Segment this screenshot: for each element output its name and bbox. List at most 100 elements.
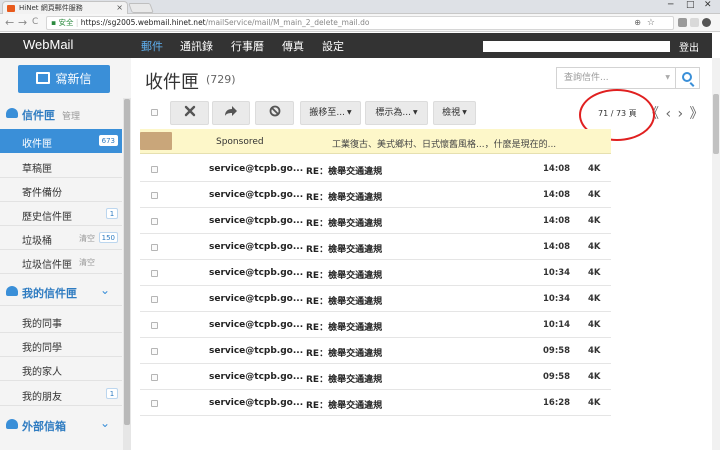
- search-placeholder: 查詢信件...: [564, 73, 609, 83]
- row-checkbox[interactable]: [151, 192, 158, 199]
- sidebar-scroll-thumb[interactable]: [124, 99, 130, 425]
- back-icon[interactable]: ←: [5, 16, 14, 29]
- logout-link[interactable]: 登出: [679, 39, 699, 54]
- hinet-favicon-icon: [7, 5, 15, 12]
- row-checkbox[interactable]: [151, 166, 158, 173]
- bookmark-star-icon[interactable]: ☆: [647, 17, 655, 29]
- mail-sender: service@tcpb.go...: [209, 320, 304, 330]
- sidebar-item-friends[interactable]: 我的朋友 1: [0, 382, 122, 406]
- page-scroll-thumb[interactable]: [713, 94, 719, 154]
- row-checkbox[interactable]: [151, 244, 158, 251]
- close-window-icon[interactable]: ✕: [704, 0, 712, 10]
- manage-link[interactable]: 管理: [62, 109, 80, 122]
- sidebar-item-spam[interactable]: 垃圾信件匣 清空: [0, 250, 122, 274]
- extension-icon[interactable]: [678, 18, 687, 27]
- forward-button[interactable]: [212, 101, 250, 125]
- delete-button[interactable]: [170, 101, 209, 125]
- sidebar-item-sent[interactable]: 寄件備份: [0, 178, 122, 202]
- move-to-dropdown[interactable]: 搬移至... ▼: [300, 101, 361, 125]
- reload-icon[interactable]: C: [32, 17, 38, 27]
- sidebar-item-label: 垃圾桶: [22, 236, 52, 247]
- row-checkbox[interactable]: [151, 348, 158, 355]
- row-checkbox[interactable]: [151, 218, 158, 225]
- profile-icon[interactable]: [702, 18, 711, 27]
- empty-spam-link[interactable]: 清空: [79, 257, 95, 268]
- chevron-down-icon[interactable]: ⌄: [100, 283, 110, 297]
- view-dropdown[interactable]: 檢視 ▼: [433, 101, 476, 125]
- mail-row[interactable]: service@tcpb.go... RE：檢舉交通違規 14:08 4K: [140, 156, 611, 182]
- row-checkbox[interactable]: [151, 322, 158, 329]
- unread-count-badge: 150: [98, 232, 118, 243]
- maximize-icon[interactable]: □: [686, 0, 695, 10]
- mail-row[interactable]: service@tcpb.go... RE：檢舉交通違規 10:34 4K: [140, 286, 611, 312]
- new-tab-button[interactable]: [128, 3, 154, 13]
- select-all-checkbox[interactable]: [151, 109, 158, 116]
- mail-row[interactable]: service@tcpb.go... RE：檢舉交通違規 14:08 4K: [140, 182, 611, 208]
- sidebar-item-colleagues[interactable]: 我的同事: [0, 309, 122, 333]
- forward-icon[interactable]: →: [18, 16, 27, 29]
- minimize-icon[interactable]: ─: [668, 0, 673, 10]
- sidebar-item-label: 草稿匣: [22, 164, 52, 175]
- mail-row[interactable]: service@tcpb.go... RE：檢舉交通違規 16:28 4K: [140, 390, 611, 416]
- nav-calendar[interactable]: 行事曆: [231, 38, 264, 54]
- sidebar-item-trash[interactable]: 垃圾桶 清空 150: [0, 226, 122, 250]
- mail-row[interactable]: service@tcpb.go... RE：檢舉交通違規 14:08 4K: [140, 234, 611, 260]
- mark-as-dropdown[interactable]: 標示為... ▼: [365, 101, 428, 125]
- sidebar-item-label: 我的同事: [22, 319, 62, 330]
- top-search-input[interactable]: [483, 41, 670, 52]
- mail-row[interactable]: service@tcpb.go... RE：檢舉交通違規 14:08 4K: [140, 208, 611, 234]
- dropdown-caret-icon[interactable]: ▼: [665, 68, 670, 88]
- mail-row[interactable]: service@tcpb.go... RE：檢舉交通違規 10:14 4K: [140, 312, 611, 338]
- mail-size: 4K: [588, 190, 601, 200]
- nav-settings[interactable]: 設定: [322, 38, 344, 54]
- sidebar-item-label: 我的家人: [22, 367, 62, 378]
- search-button[interactable]: [676, 67, 700, 89]
- block-sender-button[interactable]: [255, 101, 294, 125]
- url-field[interactable]: ▪ 安全 | https://sg2005.webmail.hinet.net/…: [46, 16, 674, 30]
- nav-mail[interactable]: 郵件: [141, 38, 163, 54]
- sidebar-item-label: 我的同學: [22, 343, 62, 354]
- sponsored-row[interactable]: Sponsored 工業復古、美式鄉村、日式懷舊風格...，什麼是現在的...: [140, 129, 611, 154]
- chevron-down-icon[interactable]: ⌄: [100, 416, 110, 430]
- mail-list: Sponsored 工業復古、美式鄉村、日式懷舊風格...，什麼是現在的... …: [140, 129, 611, 450]
- page-scrollbar[interactable]: [712, 58, 720, 450]
- mail-row[interactable]: service@tcpb.go... RE：檢舉交通違規 09:58 4K: [140, 338, 611, 364]
- mail-row[interactable]: service@tcpb.go... RE：檢舉交通違規 09:58 4K: [140, 364, 611, 390]
- section-header-my-folders[interactable]: 我的信件匣 ⌄: [0, 280, 122, 306]
- sidebar-item-family[interactable]: 我的家人: [0, 357, 122, 381]
- extension-icon[interactable]: [690, 18, 699, 27]
- sidebar-item-drafts[interactable]: 草稿匣: [0, 154, 122, 178]
- section-header-external[interactable]: 外部信箱 ⌄: [0, 413, 122, 437]
- row-checkbox[interactable]: [151, 374, 158, 381]
- mail-time: 10:34: [543, 294, 571, 304]
- mail-subject: RE：檢舉交通違規: [306, 193, 383, 203]
- compose-button[interactable]: 寫新信: [18, 65, 110, 93]
- row-checkbox[interactable]: [151, 400, 158, 407]
- section-header-mailboxes[interactable]: 信件匣 管理: [0, 102, 122, 126]
- sidebar-item-archive[interactable]: 歷史信件匣 1: [0, 202, 122, 226]
- webmail-logo[interactable]: WebMail: [23, 37, 73, 52]
- mail-search-input[interactable]: 查詢信件... ▼: [556, 67, 676, 89]
- unread-count-badge: 1: [106, 388, 118, 399]
- sidebar-item-classmates[interactable]: 我的同學: [0, 333, 122, 357]
- tab-close-icon[interactable]: ×: [116, 2, 123, 14]
- mail-time: 14:08: [543, 216, 571, 226]
- mail-size: 4K: [588, 320, 601, 330]
- share-arrow-icon: [225, 106, 237, 116]
- mail-size: 4K: [588, 164, 601, 174]
- empty-trash-link[interactable]: 清空: [79, 233, 95, 244]
- row-checkbox[interactable]: [151, 270, 158, 277]
- nav-fax[interactable]: 傳真: [282, 38, 304, 54]
- nav-contacts[interactable]: 通訊錄: [180, 38, 213, 54]
- mail-row[interactable]: service@tcpb.go... RE：檢舉交通違規 10:34 4K: [140, 260, 611, 286]
- mail-size: 4K: [588, 242, 601, 252]
- move-to-label: 搬移至...: [309, 108, 345, 118]
- sponsored-label: Sponsored: [216, 137, 264, 147]
- row-checkbox[interactable]: [151, 296, 158, 303]
- mail-subject: RE：檢舉交通違規: [306, 219, 383, 229]
- browser-tab[interactable]: HiNet 網頁郵件服務 ×: [2, 1, 128, 14]
- mail-sender: service@tcpb.go...: [209, 190, 304, 200]
- sidebar-item-inbox[interactable]: 收件匣 673: [0, 129, 122, 153]
- zoom-icon[interactable]: ⊕: [634, 17, 641, 29]
- mail-time: 10:34: [543, 268, 571, 278]
